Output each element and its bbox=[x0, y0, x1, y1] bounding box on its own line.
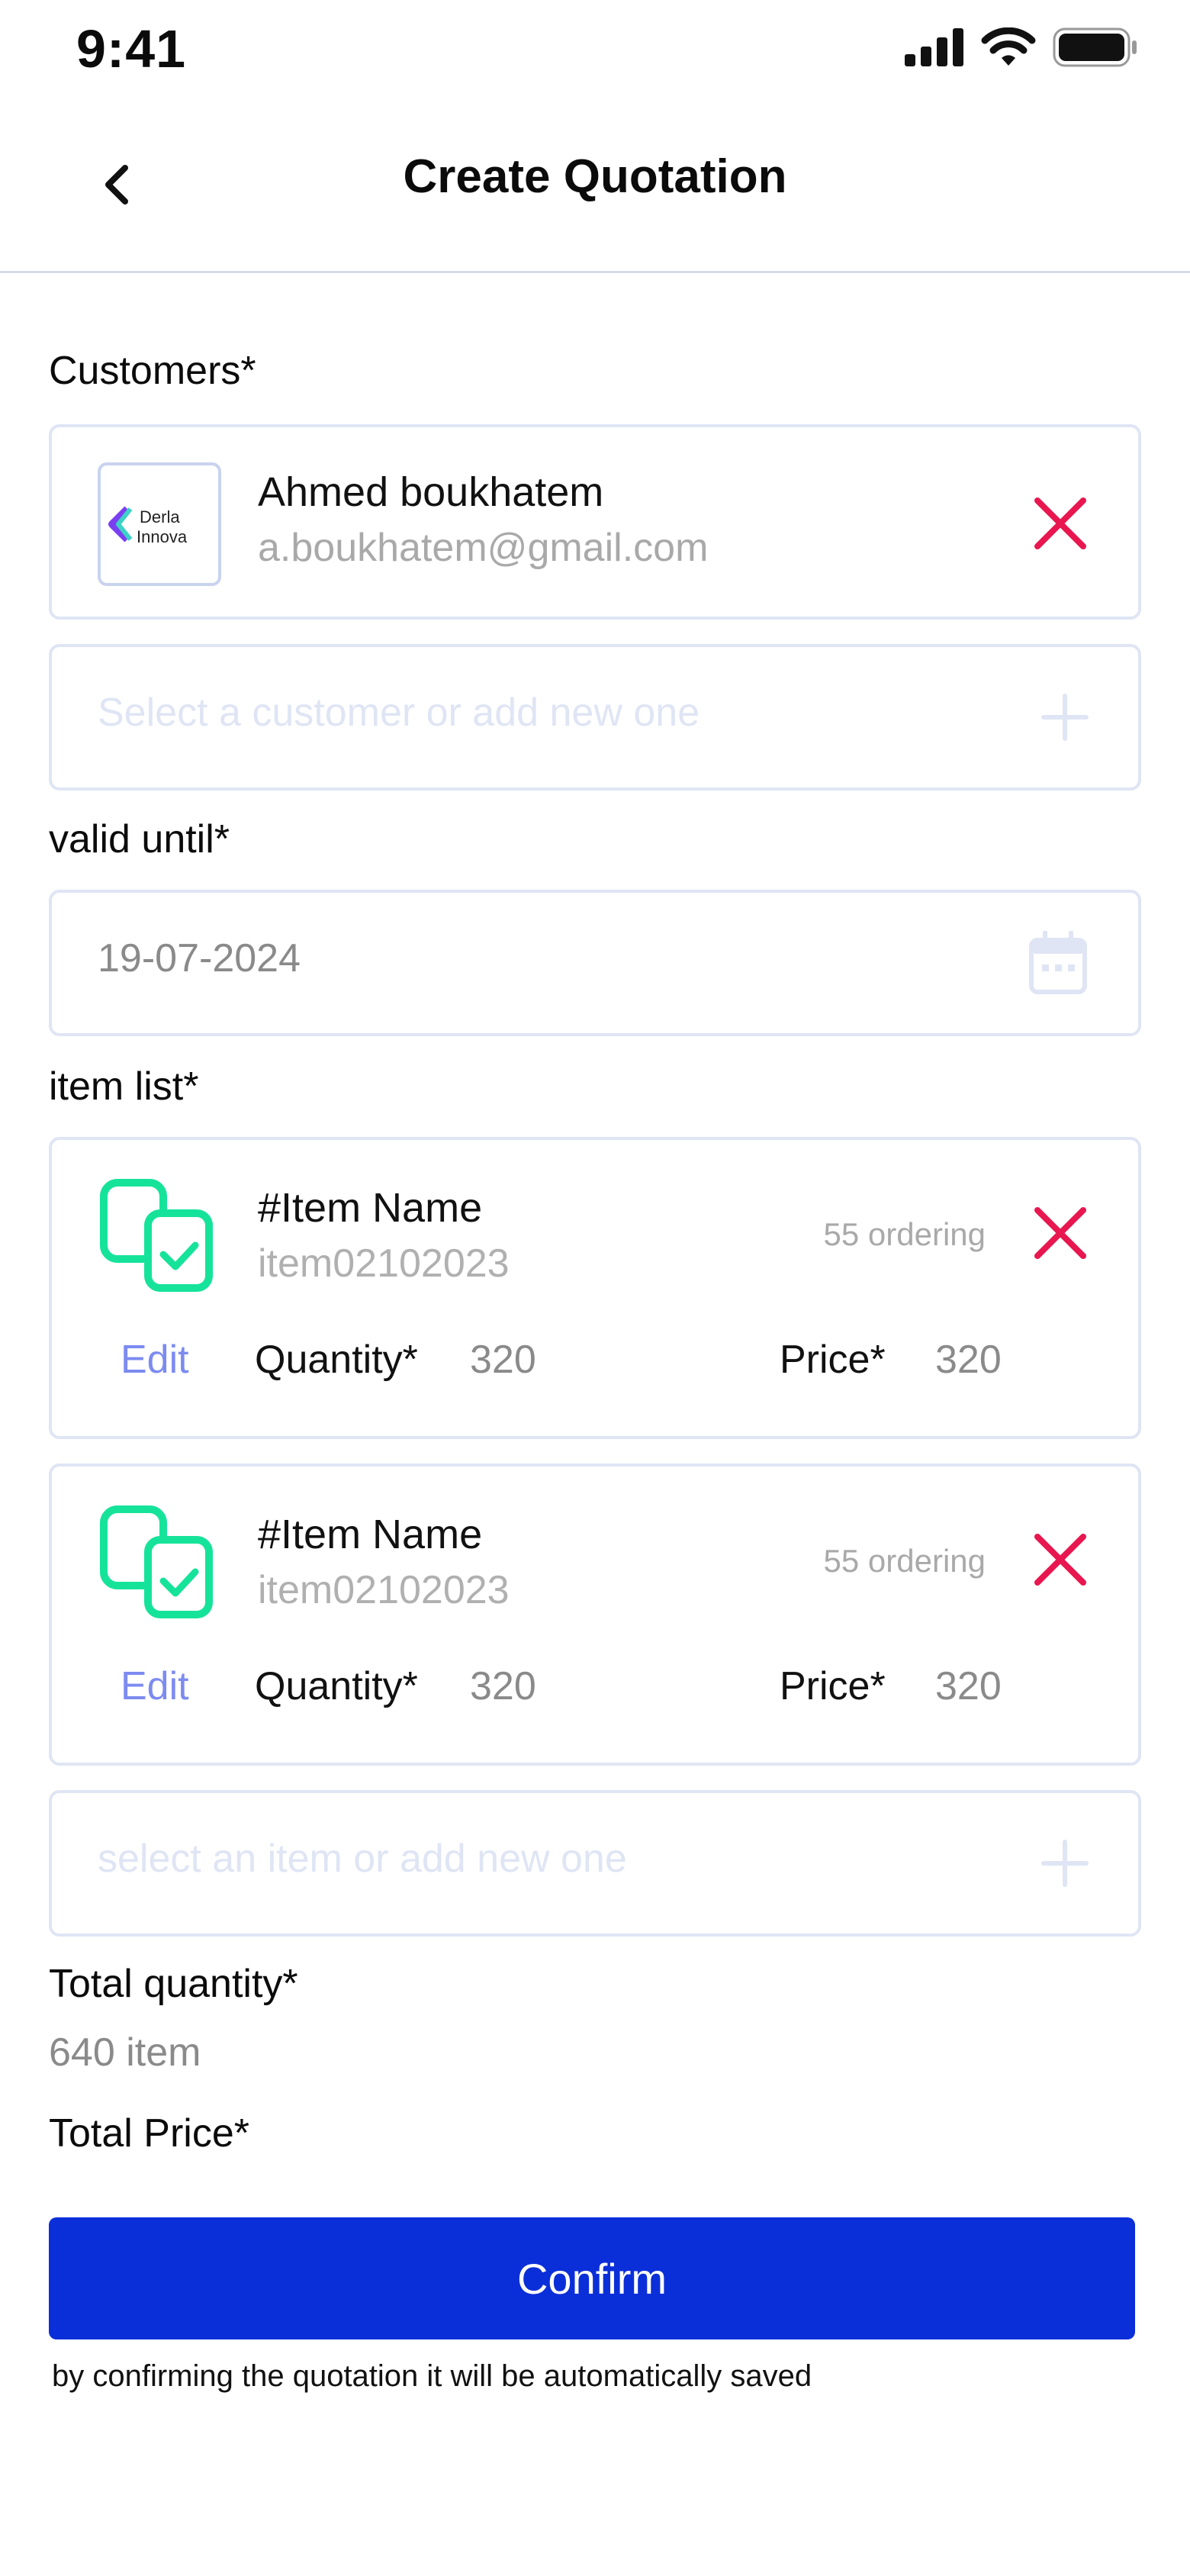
item-copy-check-icon bbox=[100, 1179, 213, 1292]
customers-label: Customers* bbox=[49, 349, 256, 393]
signal-icon bbox=[905, 28, 963, 66]
wifi-icon bbox=[981, 27, 1036, 66]
selected-customer-card: Derla Innova Ahmed boukhatem a.boukhatem… bbox=[49, 424, 1141, 620]
price-value[interactable]: 320 bbox=[935, 1337, 1002, 1383]
page-title: Create Quotation bbox=[403, 150, 787, 203]
remove-customer-button[interactable] bbox=[1030, 493, 1091, 554]
quantity-label: Quantity* bbox=[255, 1664, 418, 1708]
status-bar: 9:41 bbox=[0, 0, 1190, 107]
close-icon bbox=[1034, 497, 1086, 549]
item-code: item02102023 bbox=[258, 1568, 510, 1612]
remove-item-button[interactable] bbox=[1030, 1529, 1091, 1590]
customer-logo: Derla Innova bbox=[98, 462, 221, 586]
item-name: #Item Name bbox=[258, 1185, 483, 1231]
customer-email: a.boukhatem@gmail.com bbox=[258, 526, 709, 570]
customer-name: Ahmed boukhatem bbox=[258, 469, 604, 515]
customer-select-field[interactable]: Select a customer or add new one bbox=[49, 644, 1141, 791]
item-copy-check-icon bbox=[100, 1505, 213, 1618]
item-select-field[interactable]: select an item or add new one bbox=[49, 1790, 1141, 1937]
edit-item-link[interactable]: Edit bbox=[121, 1663, 189, 1709]
valid-until-field[interactable]: 19-07-2024 bbox=[49, 890, 1141, 1036]
customer-select-placeholder: Select a customer or add new one bbox=[98, 691, 700, 735]
quantity-label: Quantity* bbox=[255, 1338, 418, 1382]
status-icons bbox=[905, 27, 1138, 67]
derla-innova-logo: Derla Innova bbox=[108, 506, 188, 546]
close-icon bbox=[1034, 1534, 1086, 1586]
total-quantity-label: Total quantity* bbox=[49, 1962, 298, 2006]
svg-text:Derla: Derla bbox=[140, 507, 180, 526]
total-quantity-value: 640 item bbox=[49, 2030, 201, 2075]
price-value[interactable]: 320 bbox=[935, 1663, 1002, 1709]
confirm-button[interactable]: Confirm bbox=[49, 2217, 1135, 2339]
item-code: item02102023 bbox=[258, 1241, 510, 1286]
valid-until-value: 19-07-2024 bbox=[98, 936, 301, 980]
header: Create Quotation bbox=[0, 107, 1190, 273]
price-label: Price* bbox=[780, 1338, 886, 1382]
item-ordering-count: 55 ordering bbox=[823, 1216, 986, 1252]
battery-icon bbox=[1053, 27, 1137, 67]
item-select-placeholder: select an item or add new one bbox=[98, 1837, 627, 1881]
svg-text:Innova: Innova bbox=[137, 527, 188, 546]
valid-until-label: valid until* bbox=[49, 817, 230, 861]
item-card: #Item Name item02102023 55 ordering Edit… bbox=[49, 1137, 1141, 1439]
confirm-note: by confirming the quotation it will be a… bbox=[52, 2359, 812, 2393]
quantity-value[interactable]: 320 bbox=[470, 1663, 536, 1709]
item-card: #Item Name item02102023 55 ordering Edit… bbox=[49, 1463, 1141, 1766]
status-time: 9:41 bbox=[76, 19, 187, 79]
remove-item-button[interactable] bbox=[1030, 1203, 1091, 1264]
calendar-icon[interactable] bbox=[1028, 931, 1088, 995]
edit-item-link[interactable]: Edit bbox=[121, 1337, 189, 1383]
item-list-label: item list* bbox=[49, 1064, 199, 1109]
close-icon bbox=[1034, 1207, 1086, 1259]
plus-icon[interactable] bbox=[1037, 1836, 1092, 1891]
price-label: Price* bbox=[780, 1664, 886, 1708]
item-name: #Item Name bbox=[258, 1512, 483, 1557]
quantity-value[interactable]: 320 bbox=[470, 1337, 536, 1383]
total-price-label: Total Price* bbox=[49, 2111, 249, 2156]
plus-icon[interactable] bbox=[1037, 690, 1092, 745]
item-ordering-count: 55 ordering bbox=[823, 1543, 986, 1579]
